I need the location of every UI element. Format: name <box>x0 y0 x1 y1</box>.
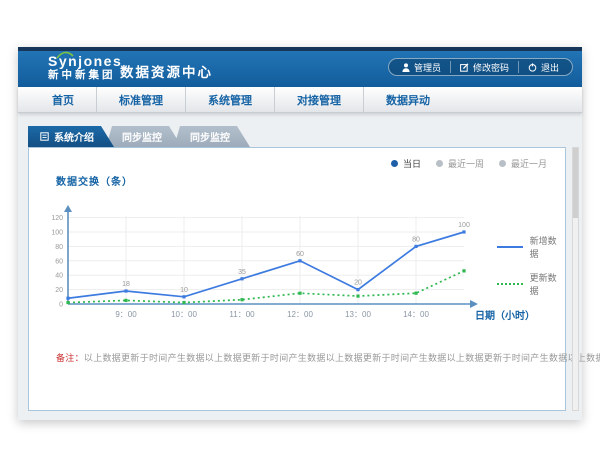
svg-text:60: 60 <box>296 251 304 258</box>
logo-text-cn: 新中新集团 <box>48 69 122 82</box>
svg-text:60: 60 <box>55 258 63 265</box>
company-logo: Synjones 新中新集团 <box>48 54 122 82</box>
tab-bar: 系统介绍 同步监控 同步监控 <box>28 126 250 147</box>
svg-text:14：00: 14：00 <box>403 310 429 319</box>
svg-text:120: 120 <box>51 215 63 222</box>
tab-system-intro[interactable]: 系统介绍 <box>28 126 114 147</box>
x-axis-title: 日期（小时） <box>475 307 535 322</box>
radio-dot-icon <box>391 160 398 167</box>
radio-today[interactable]: 当日 <box>391 157 421 170</box>
change-password-button[interactable]: 修改密码 <box>450 61 518 73</box>
tab-sync-monitor-1[interactable]: 同步监控 <box>106 126 182 147</box>
svg-text:100: 100 <box>51 230 63 237</box>
legend-item-update-data: 更新数据 <box>497 271 565 297</box>
user-name: 管理员 <box>414 61 441 74</box>
footnote: 备注：以上数据更新于时间产生数据以上数据更新于时间产生数据以上数据更新于时间产生… <box>56 351 600 364</box>
tab-label: 系统介绍 <box>54 129 94 144</box>
edit-icon <box>460 63 469 72</box>
line-chart: 0 20 40 60 80 100 120 9：00 10：00 11：00 12：00 13：00 1… <box>37 204 497 332</box>
radio-last-month[interactable]: 最近一月 <box>499 157 547 170</box>
radio-last-week[interactable]: 最近一周 <box>436 157 484 170</box>
page-title: 数据资源中心 <box>120 61 213 81</box>
footnote-text: 以上数据更新于时间产生数据以上数据更新于时间产生数据以上数据更新于时间产生数据以… <box>84 353 600 363</box>
chart-legend: 新增数据 更新数据 <box>497 234 565 308</box>
svg-text:10：00: 10：00 <box>171 310 197 319</box>
user-toolbar: 管理员 修改密码 退出 <box>388 58 573 76</box>
app-header: Synjones 新中新集团 数据资源中心 管理员 修改密码 <box>18 51 582 87</box>
vertical-scrollbar[interactable] <box>572 147 579 411</box>
nav-item-data-change[interactable]: 数据异动 <box>363 87 452 112</box>
radio-label: 最近一周 <box>448 157 484 170</box>
content-area: 系统介绍 同步监控 同步监控 当日 最近一周 <box>18 113 582 419</box>
logout-label: 退出 <box>541 61 559 74</box>
nav-item-standard-mgmt[interactable]: 标准管理 <box>96 87 185 112</box>
app-window: Synjones 新中新集团 数据资源中心 管理员 修改密码 <box>18 47 582 420</box>
solid-line-icon <box>497 246 523 248</box>
footnote-label: 备注： <box>56 353 84 363</box>
logout-button[interactable]: 退出 <box>518 61 568 73</box>
power-icon <box>528 63 537 72</box>
svg-text:20: 20 <box>354 280 362 287</box>
nav-item-home[interactable]: 首页 <box>30 87 96 112</box>
nav-item-interface-mgmt[interactable]: 对接管理 <box>274 87 363 112</box>
radio-label: 当日 <box>403 157 421 170</box>
svg-text:13：00: 13：00 <box>345 310 371 319</box>
user-menu-button[interactable]: 管理员 <box>393 61 450 73</box>
main-nav: 首页 标准管理 系统管理 对接管理 数据异动 <box>18 87 582 113</box>
time-range-filter: 当日 最近一周 最近一月 <box>391 157 547 170</box>
svg-text:18: 18 <box>122 281 130 288</box>
svg-text:100: 100 <box>458 222 470 229</box>
legend-item-new-data: 新增数据 <box>497 234 565 260</box>
change-password-label: 修改密码 <box>473 61 509 74</box>
tab-sync-monitor-2[interactable]: 同步监控 <box>174 126 250 147</box>
svg-text:20: 20 <box>55 287 63 294</box>
logo-swoosh-icon <box>56 51 74 59</box>
y-axis-title: 数据交换（条） <box>56 173 133 188</box>
svg-text:80: 80 <box>412 236 420 243</box>
svg-text:12：00: 12：00 <box>287 310 313 319</box>
svg-text:40: 40 <box>55 273 63 280</box>
svg-text:9：00: 9：00 <box>115 310 137 319</box>
document-icon <box>40 132 49 141</box>
radio-dot-icon <box>436 160 443 167</box>
tab-label: 同步监控 <box>190 129 230 144</box>
svg-text:80: 80 <box>55 244 63 251</box>
tab-label: 同步监控 <box>122 129 162 144</box>
svg-text:0: 0 <box>59 302 63 309</box>
radio-dot-icon <box>499 160 506 167</box>
legend-label: 新增数据 <box>530 234 565 260</box>
nav-item-system-mgmt[interactable]: 系统管理 <box>185 87 274 112</box>
dotted-line-icon <box>497 283 523 285</box>
svg-text:10: 10 <box>180 287 188 294</box>
scrollbar-thumb[interactable] <box>573 148 578 218</box>
user-icon <box>402 63 410 72</box>
svg-text:11：00: 11：00 <box>229 310 255 319</box>
svg-text:35: 35 <box>238 269 246 276</box>
chart-panel: 当日 最近一周 最近一月 数据交换（条） 0 20 40 60 80 100 120 9：00… <box>28 147 566 411</box>
legend-label: 更新数据 <box>530 271 565 297</box>
radio-label: 最近一月 <box>511 157 547 170</box>
